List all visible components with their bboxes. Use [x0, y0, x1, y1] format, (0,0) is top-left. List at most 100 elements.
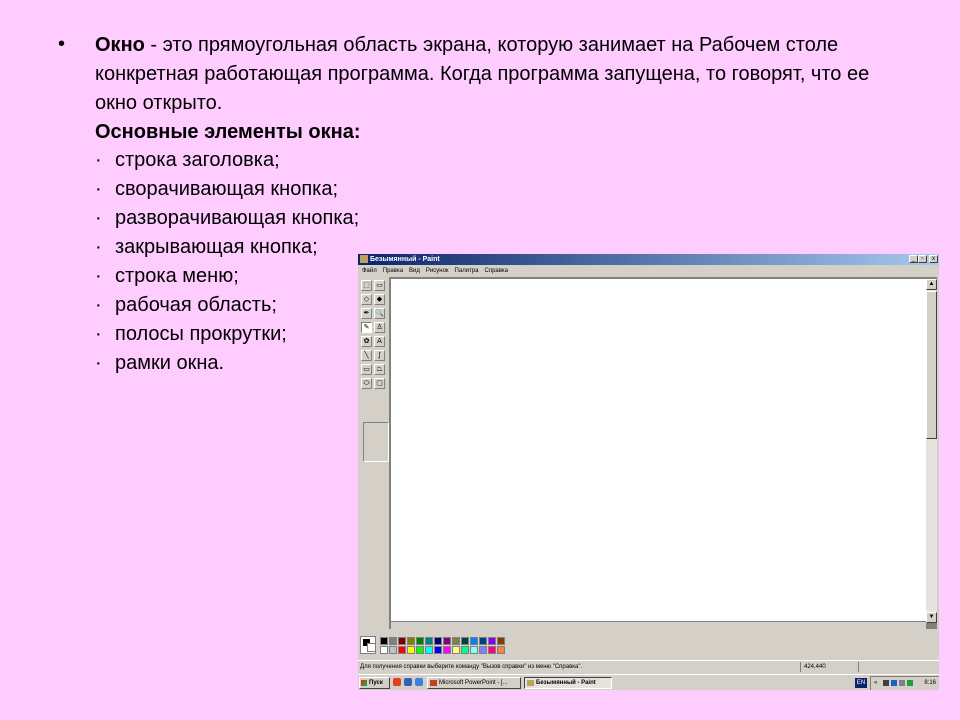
definition-paragraph: Окно - это прямоугольная область экрана,… — [95, 31, 915, 147]
palette-swatch[interactable] — [434, 637, 442, 645]
list-marker: · — [95, 323, 102, 345]
palette-swatch[interactable] — [443, 646, 451, 654]
palette-swatch[interactable] — [416, 646, 424, 654]
palette-swatch[interactable] — [452, 637, 460, 645]
palette-swatch[interactable] — [479, 637, 487, 645]
rounded-rectangle-tool-icon[interactable]: ▢ — [374, 378, 385, 389]
palette-swatch[interactable] — [425, 646, 433, 654]
status-bar: Для получения справки выберите команду "… — [358, 660, 939, 673]
menu-item[interactable]: Вид — [409, 268, 420, 274]
palette-swatch[interactable] — [416, 637, 424, 645]
palette-swatch[interactable] — [461, 637, 469, 645]
minimize-button[interactable]: _ — [909, 255, 918, 263]
current-colors[interactable] — [360, 636, 376, 654]
tray-icon[interactable] — [891, 680, 897, 686]
paint-app-icon[interactable] — [360, 255, 368, 263]
taskbar-powerpoint-button[interactable]: Microsoft PowerPoint - [... — [427, 677, 521, 689]
list-item: · строка заголовка; — [95, 146, 359, 175]
list-item-text: рабочая область; — [115, 294, 277, 316]
menu-item[interactable]: Правка — [383, 268, 403, 274]
brush-tool-icon[interactable]: ♙ — [374, 322, 385, 333]
tray-icon[interactable] — [899, 680, 905, 686]
scroll-up-arrow[interactable]: ▲ — [926, 279, 937, 290]
scroll-down-arrow[interactable]: ▼ — [926, 612, 937, 623]
tray-icon[interactable] — [907, 680, 913, 686]
curve-tool-icon[interactable]: ∫ — [374, 350, 385, 361]
palette-swatch[interactable] — [452, 646, 460, 654]
palette-swatch[interactable] — [443, 637, 451, 645]
tray-expand-arrows[interactable]: « — [874, 677, 877, 689]
term-window: Окно — [95, 34, 145, 56]
taskbar-paint-button[interactable]: Безымянный - Paint — [524, 677, 612, 689]
list-item-text: рамки окна. — [115, 352, 225, 374]
list-item: · рамки окна. — [95, 349, 359, 378]
fill-tool-icon[interactable]: ◆ — [374, 294, 385, 305]
scroll-thumb[interactable] — [926, 291, 937, 439]
airbrush-tool-icon[interactable]: ✿ — [361, 336, 372, 347]
tool-options-box[interactable] — [363, 422, 389, 462]
list-item-text: сворачивающая кнопка; — [115, 178, 339, 200]
palette-swatch[interactable] — [380, 646, 388, 654]
ellipse-tool-icon[interactable]: ⬭ — [361, 378, 372, 389]
color-palette — [360, 636, 510, 656]
palette-swatch[interactable] — [398, 646, 406, 654]
text-tool-icon[interactable]: A — [374, 336, 385, 347]
palette-swatch[interactable] — [407, 637, 415, 645]
system-tray: « 8:16 — [870, 676, 939, 690]
list-item-text: закрывающая кнопка; — [115, 236, 318, 258]
desktop-quicklaunch-icon[interactable] — [415, 678, 423, 686]
list-marker: · — [95, 236, 102, 258]
palette-swatch[interactable] — [497, 637, 505, 645]
close-button[interactable]: x — [929, 255, 938, 263]
taskbar-button-label: Безымянный - Paint — [536, 680, 596, 686]
window-title: Безымянный - Paint — [370, 256, 440, 263]
eraser-tool-icon[interactable]: ◇ — [361, 294, 372, 305]
clock[interactable]: 8:16 — [924, 677, 936, 689]
polygon-tool-icon[interactable]: ⏢ — [374, 364, 385, 375]
free-select-tool-icon[interactable]: ⬚ — [361, 280, 372, 291]
palette-swatch[interactable] — [389, 637, 397, 645]
menu-item[interactable]: Файл — [362, 268, 377, 274]
elements-heading: Основные элементы окна: — [95, 121, 361, 143]
menu-item[interactable]: Справка — [484, 268, 508, 274]
horizontal-scrollbar[interactable] — [391, 622, 926, 631]
palette-swatch[interactable] — [488, 646, 496, 654]
drawing-canvas[interactable] — [391, 279, 926, 621]
menu-item[interactable]: Рисунок — [426, 268, 449, 274]
definition-text: - это прямоугольная область экрана, кото… — [95, 34, 870, 114]
palette-swatch[interactable] — [389, 646, 397, 654]
list-item: · рабочая область; — [95, 291, 359, 320]
palette-swatch[interactable] — [380, 637, 388, 645]
palette-swatch[interactable] — [479, 646, 487, 654]
background-color — [367, 643, 376, 652]
palette-swatch[interactable] — [488, 637, 496, 645]
status-hint: Для получения справки выберите команду "… — [360, 664, 583, 670]
browser-quicklaunch-icon[interactable] — [393, 678, 401, 686]
palette-swatch[interactable] — [470, 637, 478, 645]
maximize-button[interactable]: ▫ — [918, 255, 927, 263]
color-picker-tool-icon[interactable]: ✒ — [361, 308, 372, 319]
rectangle-tool-icon[interactable]: ▭ — [361, 364, 372, 375]
list-marker: · — [95, 178, 102, 200]
paint-window: Безымянный - Paint _ ▫ x Файл Правка Вид Ри… — [358, 254, 939, 690]
tray-icon[interactable] — [883, 680, 889, 686]
palette-swatch[interactable] — [425, 637, 433, 645]
title-bar[interactable]: Безымянный - Paint _ ▫ x — [358, 254, 939, 265]
menu-item[interactable]: Палитра — [455, 268, 479, 274]
palette-swatch[interactable] — [470, 646, 478, 654]
status-coordinates: 424,440 — [804, 664, 826, 670]
palette-swatch[interactable] — [461, 646, 469, 654]
palette-swatch[interactable] — [398, 637, 406, 645]
magnifier-tool-icon[interactable]: 🔍 — [374, 308, 385, 319]
palette-swatch[interactable] — [434, 646, 442, 654]
status-divider — [858, 662, 859, 672]
rect-select-tool-icon[interactable]: ▭ — [374, 280, 385, 291]
line-tool-icon[interactable]: ╲ — [361, 350, 372, 361]
palette-swatch[interactable] — [497, 646, 505, 654]
vertical-scrollbar[interactable]: ▲ ▼ — [926, 279, 937, 623]
ie-quicklaunch-icon[interactable] — [404, 678, 412, 686]
palette-swatch[interactable] — [407, 646, 415, 654]
language-indicator[interactable]: EN — [855, 678, 867, 688]
start-button[interactable]: Пуск — [359, 677, 390, 689]
pencil-tool-icon[interactable]: ✎ — [361, 322, 372, 333]
